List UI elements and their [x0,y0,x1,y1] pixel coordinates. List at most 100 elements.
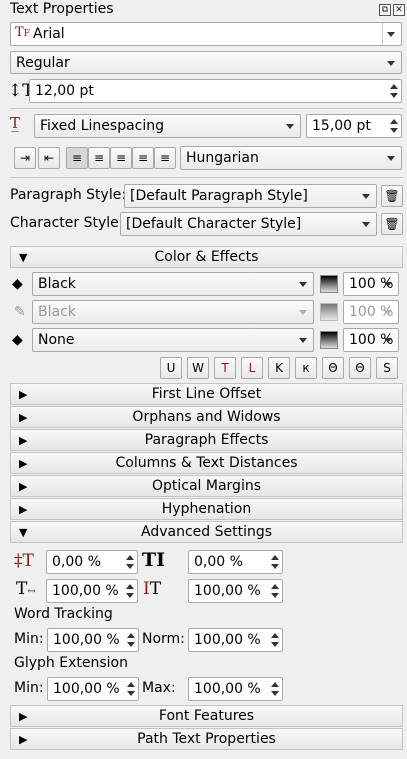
align-forced-button[interactable]: ≡ [154,147,176,169]
spin-down-icon[interactable] [127,642,135,647]
chevron-down-icon [362,222,370,227]
strikethrough-button[interactable]: Θ [322,357,344,379]
spin-up-icon[interactable] [271,682,279,687]
subscript-button[interactable]: T [214,357,236,379]
section-advanced-settings[interactable]: ▼ Advanced Settings [10,521,403,543]
superscript-button[interactable]: L [241,357,263,379]
chevron-down-icon [387,156,395,161]
align-justify-button[interactable]: ≡ [132,147,154,169]
stroke-color-value: Black [38,304,76,320]
spin-down-icon[interactable] [127,691,135,696]
align-center-button[interactable]: ≡ [88,147,110,169]
fill-color-value: Black [38,276,76,292]
character-style-combo[interactable]: [Default Character Style] [120,212,377,236]
spin-down-icon[interactable] [390,128,398,133]
chevron-down-icon [387,60,395,66]
section-paragraph-effects[interactable]: ▶ Paragraph Effects [10,429,403,451]
chevron-down-icon [299,282,307,287]
section-font-features[interactable]: ▶ Font Features [10,705,403,727]
horizontal-scale-value: 100,00 % [52,583,119,599]
fill-shade-field[interactable]: 100 % [343,272,399,296]
spin-up-icon[interactable] [126,584,134,589]
linespacing-mode-combo[interactable]: Fixed Linespacing [34,114,301,138]
spin-up-icon[interactable] [127,633,135,638]
spin-up-icon[interactable] [271,584,279,589]
spin-down-icon[interactable] [390,93,398,98]
section-color-effects[interactable]: ▼ Color & Effects [10,246,403,268]
background-color-swatch [320,331,338,349]
section-first-line-offset[interactable]: ▶ First Line Offset [10,383,403,405]
section-hyphenation[interactable]: ▶ Hyphenation [10,498,403,520]
spin-up-icon[interactable] [127,682,135,687]
spin-down-icon[interactable] [126,593,134,598]
float-panel-button[interactable]: ⧉ [379,4,391,16]
font-style-combo[interactable]: Regular [10,51,402,74]
font-style-value: Regular [16,54,70,71]
spin-up-icon[interactable] [271,633,279,638]
close-panel-button[interactable]: ✕ [393,4,405,16]
spin-down-icon[interactable] [271,593,279,598]
baseline-offset-field[interactable]: 0,00 % [46,550,138,574]
trash-icon[interactable]: 🗑 [381,213,403,235]
section-path-text[interactable]: ▶ Path Text Properties [10,728,403,750]
vertical-scale-value: 100,00 % [194,583,261,599]
fill-color-combo[interactable]: Black [32,272,314,296]
section-optical-margins[interactable]: ▶ Optical Margins [10,475,403,497]
trash-icon[interactable]: 🗑 [381,185,403,207]
outline-button[interactable]: Θ [349,357,371,379]
baseline-offset-icon: ‡T [14,551,34,571]
chevron-down-icon [384,282,392,287]
spin-down-icon[interactable] [271,564,279,569]
separator [10,177,403,178]
word-tracking-min-field[interactable]: 100,00 % [47,628,139,652]
underline-words-button[interactable]: W [187,357,209,379]
linespacing-value-field[interactable]: 15,00 pt [306,114,402,138]
spin-down-icon[interactable] [271,642,279,647]
language-combo[interactable]: Hungarian [180,146,402,170]
spin-down-icon[interactable] [271,691,279,696]
glyph-extension-label: Glyph Extension [14,655,128,671]
tracking-value: 0,00 % [194,554,243,570]
word-tracking-norm-field[interactable]: 100,00 % [188,628,283,652]
chevron-down-icon [384,338,392,343]
spin-up-icon[interactable] [271,555,279,560]
align-right-button[interactable]: ≡ [110,147,132,169]
background-color-combo[interactable]: None [32,328,314,352]
shadow-button[interactable]: S [376,357,398,379]
glyph-extension-min-value: 100,00 % [53,681,120,697]
fill-bucket-icon: ◆ [12,276,23,292]
background-shade-field[interactable]: 100 % [343,328,399,352]
section-columns[interactable]: ▶ Columns & Text Distances [10,452,403,474]
word-tracking-min-label: Min: [14,631,44,647]
separator [10,108,403,109]
section-orphans-widows[interactable]: ▶ Orphans and Widows [10,406,403,428]
font-type-icon: TF [15,25,30,40]
glyph-extension-max-field[interactable]: 100,00 % [188,677,283,701]
font-size-field[interactable]: 12,00 pt [29,79,402,103]
character-style-value: [Default Character Style] [126,216,302,232]
background-color-value: None [38,332,75,348]
ltr-direction-button[interactable]: ⇥ [14,147,36,169]
tracking-icon: TI [142,549,166,571]
spin-up-icon[interactable] [390,119,398,124]
font-size-value: 12,00 pt [35,83,94,99]
small-caps-button[interactable]: к [295,357,317,379]
chevron-down-icon [387,32,395,37]
underline-button[interactable]: U [160,357,182,379]
paragraph-style-combo[interactable]: [Default Paragraph Style] [124,184,377,208]
character-style-label: Character Style: [10,215,124,231]
tracking-field[interactable]: 0,00 % [188,550,283,574]
vertical-scale-field[interactable]: 100,00 % [188,579,283,603]
spin-down-icon[interactable] [126,564,134,569]
glyph-extension-max-label: Max: [142,680,176,696]
rtl-direction-button[interactable]: ⇤ [38,147,60,169]
glyph-extension-min-field[interactable]: 100,00 % [47,677,139,701]
font-family-combo[interactable]: TF Arial [10,22,402,46]
horizontal-scale-field[interactable]: 100,00 % [46,579,138,603]
spin-up-icon[interactable] [126,555,134,560]
spin-up-icon[interactable] [390,84,398,89]
all-caps-button[interactable]: K [268,357,290,379]
vertical-scale-icon: IT [143,579,162,599]
align-left-button[interactable]: ≡ [66,147,88,169]
font-family-value: Arial [33,26,65,42]
